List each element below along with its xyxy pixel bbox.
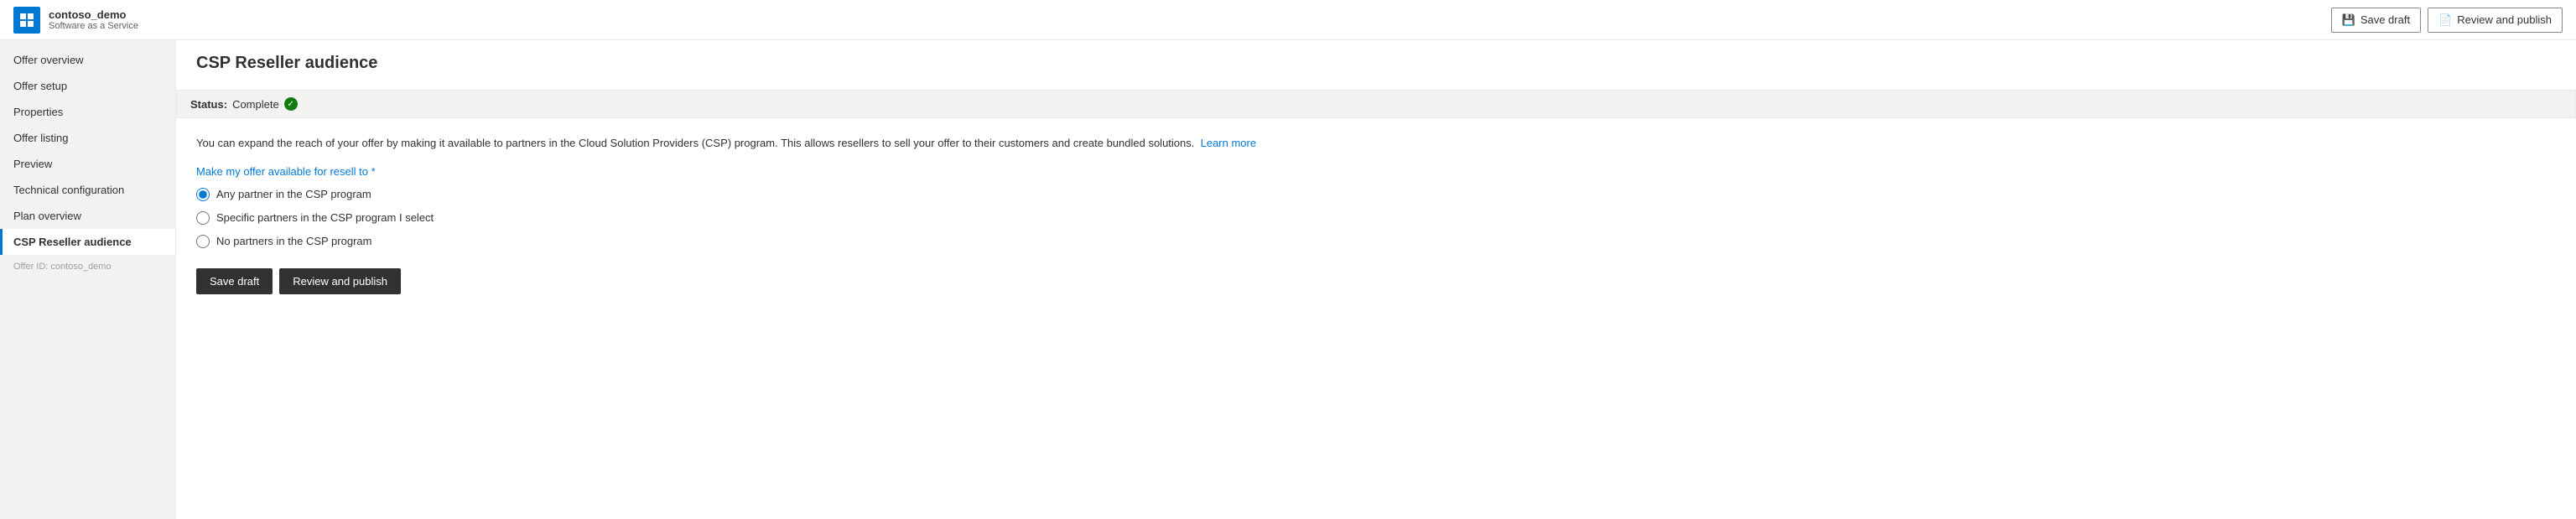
sidebar-label-plan-overview: Plan overview bbox=[13, 210, 81, 222]
app-name-block: contoso_demo Software as a Service bbox=[49, 8, 138, 31]
offer-id-text: Offer ID: contoso_demo bbox=[13, 262, 112, 272]
sidebar-item-offer-overview[interactable]: Offer overview bbox=[0, 47, 175, 73]
content-area: CSP Reseller audience Status: Complete ✓… bbox=[176, 40, 2576, 519]
radio-group: Any partner in the CSP program Specific … bbox=[196, 188, 2556, 248]
radio-label-no-partners: No partners in the CSP program bbox=[216, 235, 371, 247]
content-header: CSP Reseller audience bbox=[176, 40, 2576, 90]
sidebar-label-preview: Preview bbox=[13, 158, 52, 170]
radio-specific-partners[interactable] bbox=[196, 211, 210, 225]
app-logo bbox=[13, 7, 40, 34]
sidebar-offer-id: Offer ID: contoso_demo bbox=[0, 255, 175, 278]
review-publish-button[interactable]: Review and publish bbox=[279, 268, 401, 294]
sidebar-label-technical-configuration: Technical configuration bbox=[13, 184, 124, 196]
main-layout: Offer overview Offer setup Properties Of… bbox=[0, 40, 2576, 519]
section-label: Make my offer available for resell to * bbox=[196, 165, 2556, 178]
sidebar-item-technical-configuration[interactable]: Technical configuration bbox=[0, 177, 175, 203]
status-label: Status: bbox=[190, 98, 227, 111]
publish-icon: 📄 bbox=[2438, 13, 2452, 27]
radio-no-partners[interactable] bbox=[196, 235, 210, 248]
app-subtitle: Software as a Service bbox=[49, 21, 138, 31]
radio-any-partner[interactable] bbox=[196, 188, 210, 201]
radio-item-any-partner[interactable]: Any partner in the CSP program bbox=[196, 188, 2556, 201]
top-bar-actions: 💾 Save draft 📄 Review and publish bbox=[2331, 8, 2563, 33]
sidebar-item-offer-listing[interactable]: Offer listing bbox=[0, 125, 175, 151]
top-review-publish-button[interactable]: 📄 Review and publish bbox=[2428, 8, 2563, 33]
radio-item-no-partners[interactable]: No partners in the CSP program bbox=[196, 235, 2556, 248]
radio-item-specific-partners[interactable]: Specific partners in the CSP program I s… bbox=[196, 211, 2556, 225]
radio-label-any-partner: Any partner in the CSP program bbox=[216, 188, 371, 200]
description-content: You can expand the reach of your offer b… bbox=[196, 137, 1194, 149]
status-complete-icon: ✓ bbox=[284, 97, 298, 111]
top-save-draft-label: Save draft bbox=[2360, 13, 2410, 26]
sidebar-label-csp-reseller-audience: CSP Reseller audience bbox=[13, 236, 132, 248]
sidebar-label-offer-overview: Offer overview bbox=[13, 54, 84, 66]
description-text: You can expand the reach of your offer b… bbox=[196, 135, 2556, 152]
sidebar-item-plan-overview[interactable]: Plan overview bbox=[0, 203, 175, 229]
sidebar-label-properties: Properties bbox=[13, 106, 63, 118]
sidebar-item-preview[interactable]: Preview bbox=[0, 151, 175, 177]
status-bar: Status: Complete ✓ bbox=[176, 90, 2576, 118]
top-bar: contoso_demo Software as a Service 💾 Sav… bbox=[0, 0, 2576, 40]
sidebar: Offer overview Offer setup Properties Of… bbox=[0, 40, 176, 519]
sidebar-label-offer-listing: Offer listing bbox=[13, 132, 69, 144]
content-body: You can expand the reach of your offer b… bbox=[176, 118, 2576, 311]
learn-more-link[interactable]: Learn more bbox=[1201, 137, 1256, 149]
page-title: CSP Reseller audience bbox=[196, 54, 2556, 73]
app-title: contoso_demo bbox=[49, 8, 138, 21]
top-review-publish-label: Review and publish bbox=[2457, 13, 2552, 26]
save-draft-button[interactable]: Save draft bbox=[196, 268, 273, 294]
app-branding: contoso_demo Software as a Service bbox=[13, 7, 138, 34]
status-value: Complete bbox=[232, 98, 279, 111]
sidebar-item-csp-reseller-audience[interactable]: CSP Reseller audience bbox=[0, 229, 175, 255]
sidebar-item-properties[interactable]: Properties bbox=[0, 99, 175, 125]
sidebar-label-offer-setup: Offer setup bbox=[13, 80, 67, 92]
sidebar-item-offer-setup[interactable]: Offer setup bbox=[0, 73, 175, 99]
top-save-draft-button[interactable]: 💾 Save draft bbox=[2331, 8, 2421, 33]
action-buttons: Save draft Review and publish bbox=[196, 268, 2556, 294]
radio-label-specific-partners: Specific partners in the CSP program I s… bbox=[216, 211, 434, 224]
save-icon: 💾 bbox=[2342, 13, 2355, 27]
